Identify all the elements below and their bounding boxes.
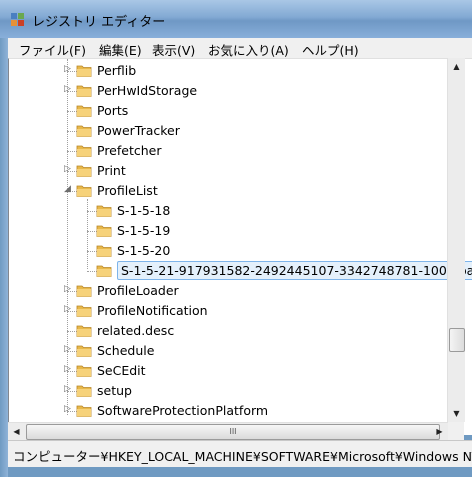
- folder-icon: [76, 103, 92, 118]
- tree-item[interactable]: ▷ Perflib: [9, 61, 449, 81]
- title-bar[interactable]: レジストリ エディター: [0, 0, 472, 38]
- window-frame-left: [0, 38, 8, 477]
- folder-icon: [96, 203, 112, 218]
- tree-item-label: PowerTracker: [97, 123, 180, 138]
- tree-item[interactable]: S-1-5-21-917931582-2492445107-3342748781…: [9, 261, 472, 281]
- tree-item-label: Perflib: [97, 63, 137, 78]
- triangle-expand-icon[interactable]: ▷: [63, 85, 72, 94]
- folder-icon: [76, 83, 92, 98]
- triangle-expand-icon[interactable]: ▷: [63, 405, 72, 414]
- horizontal-scroll-thumb[interactable]: III: [26, 424, 440, 440]
- tree-item-label: PerHwIdStorage: [97, 83, 198, 98]
- folder-icon: [96, 243, 112, 258]
- status-bar: コンピューター¥HKEY_LOCAL_MACHINE¥SOFTWARE¥Micr…: [8, 440, 472, 467]
- triangle-expand-icon[interactable]: ▷: [63, 165, 72, 174]
- vertical-scrollbar[interactable]: ▲ ▼: [447, 58, 465, 422]
- scroll-left-arrow-icon[interactable]: ◀: [8, 423, 25, 440]
- tree-item[interactable]: ▷ SeCEdit: [9, 361, 449, 381]
- tree-item-label: Print: [97, 163, 126, 178]
- tree-item-label: Schedule: [97, 343, 155, 358]
- triangle-collapse-icon[interactable]: ◢: [63, 185, 72, 194]
- tree-item-label: SeCEdit: [97, 363, 146, 378]
- tree-item[interactable]: ▷ Print: [9, 161, 449, 181]
- folder-icon: [76, 343, 92, 358]
- tree-item[interactable]: Prefetcher: [9, 141, 449, 161]
- folder-icon: [96, 223, 112, 238]
- tree-item-label: ProfileNotification: [97, 303, 208, 318]
- registry-editor-window: レジストリ エディター ファイル(F) 編集(E) 表示(V) お気に入り(A)…: [0, 0, 472, 477]
- tree-item[interactable]: ▷ ProfileNotification: [9, 301, 449, 321]
- menu-favorites[interactable]: お気に入り(A): [208, 40, 289, 59]
- folder-icon: [76, 63, 92, 78]
- triangle-expand-icon[interactable]: ▷: [63, 345, 72, 354]
- tree-item-label: setup: [97, 383, 132, 398]
- folder-icon: [76, 323, 92, 338]
- triangle-expand-icon[interactable]: ▷: [63, 285, 72, 294]
- window-title: レジストリ エディター: [32, 15, 166, 30]
- folder-icon: [76, 183, 92, 198]
- scroll-right-arrow-icon[interactable]: ▶: [431, 423, 448, 440]
- status-path: コンピューター¥HKEY_LOCAL_MACHINE¥SOFTWARE¥Micr…: [13, 449, 472, 464]
- triangle-expand-icon[interactable]: ▷: [63, 385, 72, 394]
- tree-item-label: S-1-5-20: [117, 243, 171, 258]
- tree-item-label: Ports: [97, 103, 129, 118]
- menu-view[interactable]: 表示(V): [152, 40, 195, 59]
- triangle-expand-icon[interactable]: ▷: [63, 65, 72, 74]
- folder-icon: [76, 363, 92, 378]
- tree-item[interactable]: ▷ SoftwareProtectionPlatform: [9, 401, 449, 421]
- menu-bar: ファイル(F) 編集(E) 表示(V) お気に入り(A) ヘルプ(H): [8, 38, 472, 59]
- folder-icon: [76, 163, 92, 178]
- tree-item-label: Prefetcher: [97, 143, 162, 158]
- tree-item[interactable]: ▷ ProfileLoader: [9, 281, 449, 301]
- vertical-scroll-thumb[interactable]: [449, 328, 465, 352]
- folder-icon: [76, 123, 92, 138]
- menu-edit[interactable]: 編集(E): [99, 40, 142, 59]
- scrollbar-corner: [448, 422, 464, 440]
- folder-icon: [76, 403, 92, 418]
- registry-key-tree[interactable]: ▷ Perflib ▷ PerHwIdStorage Ports PowerTracker…: [8, 58, 472, 435]
- regedit-icon: [11, 13, 24, 26]
- tree-item[interactable]: S-1-5-18: [9, 201, 449, 221]
- horizontal-scrollbar[interactable]: ◀ III ▶: [8, 422, 448, 440]
- triangle-expand-icon[interactable]: ▷: [63, 365, 72, 374]
- folder-icon: [76, 383, 92, 398]
- folder-icon: [76, 283, 92, 298]
- tree-item-label: S-1-5-19: [117, 223, 171, 238]
- menu-help[interactable]: ヘルプ(H): [302, 40, 359, 59]
- scroll-up-arrow-icon[interactable]: ▲: [448, 58, 465, 75]
- folder-icon: [76, 303, 92, 318]
- tree-item[interactable]: ◢ ProfileList: [9, 181, 449, 201]
- tree-item[interactable]: PowerTracker: [9, 121, 449, 141]
- tree-item-label: related.desc: [97, 323, 175, 338]
- triangle-expand-icon[interactable]: ▷: [63, 305, 72, 314]
- tree-item-label: ProfileList: [97, 183, 158, 198]
- tree-item-label: SoftwareProtectionPlatform: [97, 403, 269, 418]
- tree-item[interactable]: ▷ Schedule: [9, 341, 449, 361]
- menu-file[interactable]: ファイル(F): [19, 40, 86, 59]
- tree-item[interactable]: related.desc: [9, 321, 449, 341]
- folder-icon: [76, 143, 92, 158]
- tree-item-label: S-1-5-18: [117, 203, 171, 218]
- folder-icon: [96, 263, 112, 278]
- tree-item[interactable]: S-1-5-19: [9, 221, 449, 241]
- tree-item[interactable]: ▷ PerHwIdStorage: [9, 81, 449, 101]
- tree-item[interactable]: S-1-5-20: [9, 241, 449, 261]
- tree-item-label: S-1-5-21-917931582-2492445107-3342748781…: [117, 261, 472, 280]
- tree-item[interactable]: Ports: [9, 101, 449, 121]
- tree-item[interactable]: ▷ setup: [9, 381, 449, 401]
- scroll-down-arrow-icon[interactable]: ▼: [448, 405, 465, 422]
- tree-item-label: ProfileLoader: [97, 283, 179, 298]
